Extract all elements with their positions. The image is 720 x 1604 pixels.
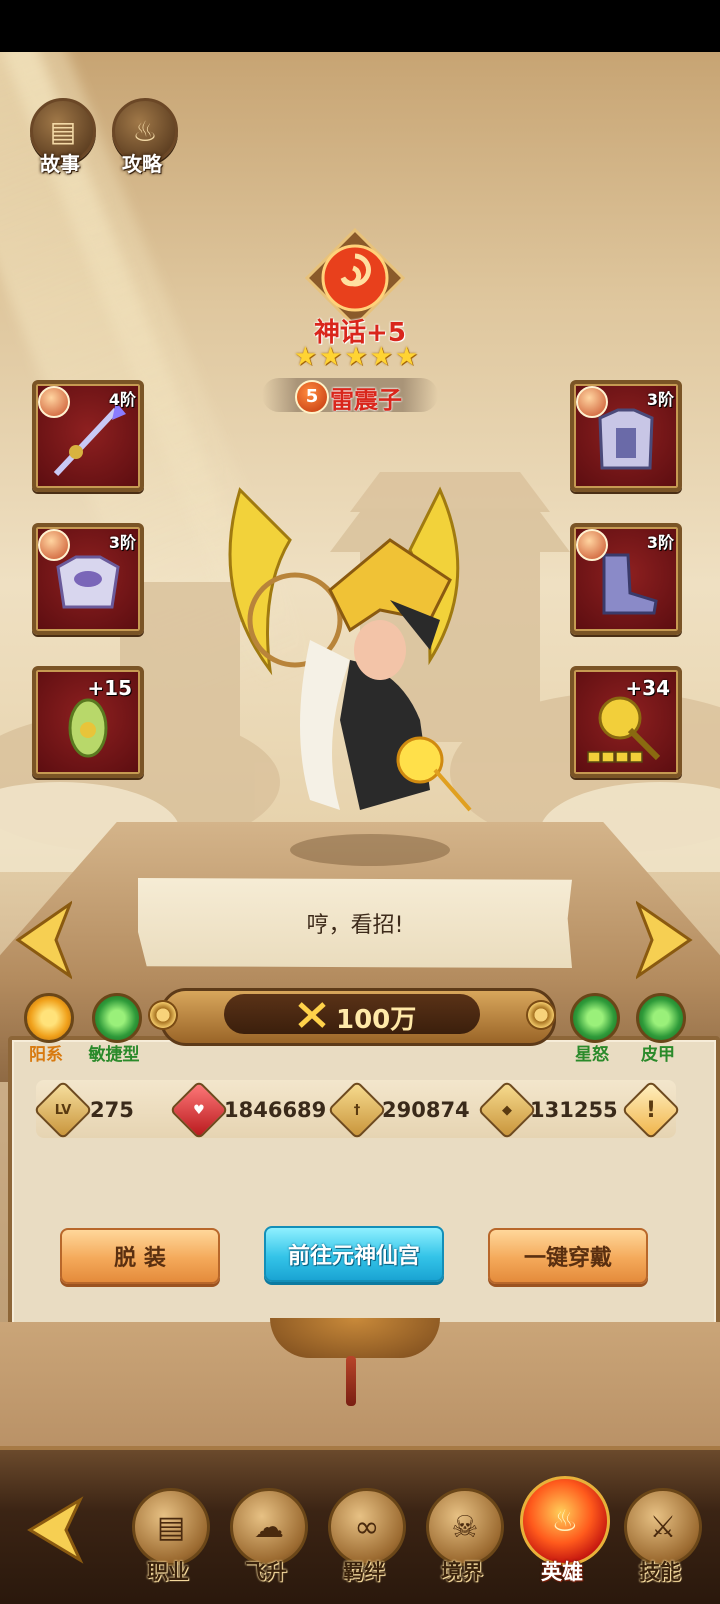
nav-label: 职业 bbox=[147, 1560, 189, 1584]
nav-label: 境界 bbox=[441, 1560, 483, 1584]
flame-icon: ♨ bbox=[520, 1476, 610, 1566]
gear-icon bbox=[526, 1000, 556, 1030]
star-icon: ★ bbox=[344, 342, 368, 372]
leather-armor-icon[interactable] bbox=[636, 993, 686, 1043]
nav-label: 羁绊 bbox=[343, 1560, 385, 1584]
equip-tier: 3阶 bbox=[646, 533, 674, 552]
unequip-button[interactable]: 脱 装 bbox=[60, 1228, 220, 1284]
tassel bbox=[346, 1356, 356, 1406]
equip-tier: 3阶 bbox=[646, 390, 674, 409]
next-hero-arrow-icon[interactable] bbox=[636, 900, 696, 980]
agility-type-icon[interactable] bbox=[92, 993, 142, 1043]
cloud-icon: ☁ bbox=[230, 1488, 308, 1566]
equip-slot-weapon[interactable]: 4阶 bbox=[32, 380, 144, 492]
star-icon: ★ bbox=[394, 342, 419, 372]
equip-tier: 3阶 bbox=[108, 533, 136, 552]
attr-label: 星怒 bbox=[575, 1045, 609, 1065]
stat-level: 275 bbox=[90, 1098, 134, 1122]
go-palace-button[interactable]: 前往元神仙宫 bbox=[264, 1226, 444, 1282]
nav-tab-realm[interactable]: ☠ 境界 bbox=[422, 1480, 504, 1590]
star-icon: ★ bbox=[319, 342, 343, 372]
hero-stars: ★ ★ ★ ★ ★ bbox=[293, 342, 419, 373]
nav-tab-skill[interactable]: ⚔ 技能 bbox=[620, 1480, 702, 1590]
equip-all-button[interactable]: 一键穿戴 bbox=[488, 1228, 648, 1284]
sun-element-icon[interactable] bbox=[24, 993, 74, 1043]
attr-label: 阳系 bbox=[29, 1045, 63, 1065]
equip-plus: +34 bbox=[625, 676, 670, 700]
skull-icon: ☠ bbox=[426, 1488, 504, 1566]
equip-badge-icon bbox=[576, 386, 608, 418]
equip-slot-boots[interactable]: 3阶 bbox=[570, 523, 682, 635]
book-icon: ▤ bbox=[49, 114, 77, 148]
attr-label: 敏捷型 bbox=[88, 1045, 140, 1065]
nav-tab-bond[interactable]: ∞ 羁绊 bbox=[324, 1480, 406, 1590]
back-arrow-icon[interactable] bbox=[20, 1490, 100, 1570]
stat-defense: 131255 bbox=[530, 1098, 618, 1122]
equip-tier: 4阶 bbox=[108, 390, 136, 409]
nav-label: 英雄 bbox=[541, 1560, 583, 1584]
nav-tab-class[interactable]: ▤ 职业 bbox=[128, 1480, 210, 1590]
equip-badge-icon bbox=[576, 529, 608, 561]
nav-tab-ascend[interactable]: ☁ 飞升 bbox=[226, 1480, 308, 1590]
equip-slot-armor[interactable]: 3阶 bbox=[32, 523, 144, 635]
nav-label: 飞升 bbox=[245, 1560, 287, 1584]
equip-slot-hammer[interactable]: +34 bbox=[570, 666, 682, 778]
equip-slot-robe[interactable]: 3阶 bbox=[570, 380, 682, 492]
star-icon: ★ bbox=[369, 342, 393, 372]
power-value: 100万 bbox=[336, 1005, 417, 1035]
equip-badge-icon bbox=[38, 386, 70, 418]
equip-plus: +15 bbox=[87, 676, 132, 700]
hero-speech-bubble: 哼，看招! bbox=[138, 878, 572, 968]
star-rage-icon[interactable] bbox=[570, 993, 620, 1043]
knot-icon: ∞ bbox=[328, 1488, 406, 1566]
hero-name: 雷震子 bbox=[330, 386, 402, 414]
attr-label: 皮甲 bbox=[641, 1045, 675, 1065]
nav-label: 技能 bbox=[639, 1560, 681, 1584]
guide-label: 攻略 bbox=[122, 152, 162, 176]
nav-tab-hero[interactable]: ♨ 英雄 bbox=[520, 1476, 610, 1590]
hero-character[interactable] bbox=[200, 470, 520, 870]
equip-badge-icon bbox=[38, 529, 70, 561]
flame-icon: ♨ bbox=[132, 114, 158, 148]
equip-slot-amulet[interactable]: +15 bbox=[32, 666, 144, 778]
stat-hp: 1846689 bbox=[224, 1098, 327, 1122]
crossed-swords-icon bbox=[298, 1002, 326, 1028]
book-icon: ▤ bbox=[132, 1488, 210, 1566]
gear-icon bbox=[148, 1000, 178, 1030]
stat-attack: 290874 bbox=[382, 1098, 470, 1122]
medallion bbox=[270, 1318, 440, 1358]
story-label: 故事 bbox=[40, 152, 80, 176]
star-icon: ★ bbox=[293, 342, 318, 372]
prev-hero-arrow-icon[interactable] bbox=[12, 900, 72, 980]
sword-icon: ⚔ bbox=[624, 1488, 702, 1566]
status-bar bbox=[0, 0, 720, 52]
hero-level-badge: 5 bbox=[295, 380, 329, 414]
